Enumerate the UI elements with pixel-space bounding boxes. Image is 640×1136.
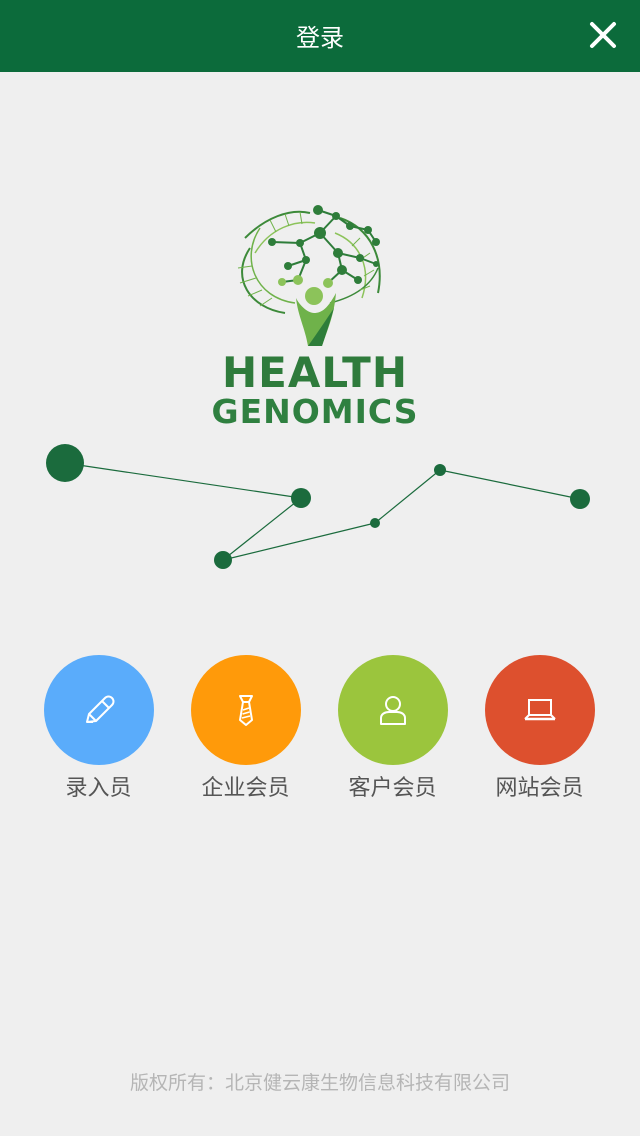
role-label-data-entry: 录入员 [65,776,132,801]
role-website-member[interactable]: 网站会员 [466,655,613,803]
logo-text-health: HEALTH [222,348,408,397]
role-options: 录入员 企业会员 客户会员 网站会员 [0,655,640,815]
role-circle-customer-member[interactable] [337,655,448,765]
role-label-customer-member: 客户会员 [348,776,437,801]
role-circle-website-member[interactable] [484,655,595,765]
close-button[interactable] [586,18,620,52]
role-label-enterprise-member: 企业会员 [201,776,290,801]
necktie-icon [238,695,253,726]
role-customer-member[interactable]: 客户会员 [319,655,466,803]
dna-tree-icon [237,205,381,346]
copyright-text: 版权所有：北京健云康生物信息科技有限公司 [129,1072,510,1094]
role-data-entry[interactable]: 录入员 [25,655,172,803]
role-circle-data-entry[interactable] [43,655,154,765]
top-bar: 登录 [0,0,640,72]
close-icon [590,22,616,48]
laptop-icon [523,699,556,721]
role-enterprise-member[interactable]: 企业会员 [172,655,319,803]
role-circle-enterprise-member[interactable] [190,655,301,765]
logo-text-genomics: GENOMICS [211,392,419,431]
page-title: 登录 [296,24,344,52]
health-genomics-logo: HEALTH GENOMICS [210,198,420,434]
pencil-icon [85,695,114,723]
user-icon [379,696,406,725]
network-graphic [46,444,590,569]
role-label-website-member: 网站会员 [495,776,584,801]
